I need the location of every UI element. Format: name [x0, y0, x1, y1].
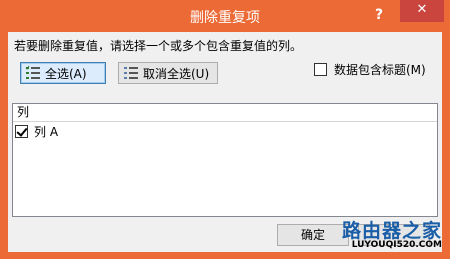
my-data-has-headers-option[interactable]: 数据包含标题(M) [314, 61, 426, 78]
instruction-text: 若要删除重复值，请选择一个或多个包含重复值的列。 [14, 39, 303, 53]
select-all-icon [25, 65, 40, 79]
columns-list-header: 列 [13, 104, 437, 122]
select-all-label: 全选(A) [45, 66, 87, 81]
remove-duplicates-dialog: 删除重复项 ? ✕ 若要删除重复值，请选择一个或多个包含重复值的列。 全选(A) [0, 0, 450, 259]
list-item[interactable]: 列 A [13, 122, 437, 140]
unselect-all-icon [124, 67, 138, 79]
column-a-checkbox[interactable] [15, 124, 28, 138]
close-button[interactable]: ✕ [400, 0, 444, 22]
watermark-brand: 路由器之家 [341, 220, 442, 242]
watermark-logo: 路由器之家 LUYOUQI520.COM [320, 214, 448, 256]
help-button[interactable]: ? [368, 4, 390, 26]
column-a-label: 列 A [34, 124, 59, 139]
unselect-all-button[interactable]: 取消全选(U) [118, 62, 218, 84]
watermark-url: LUYOUQI520.COM [351, 240, 442, 250]
my-data-has-headers-label: 数据包含标题(M) [334, 63, 426, 77]
columns-listbox[interactable]: 列 列 A [12, 103, 438, 217]
select-all-button[interactable]: 全选(A) [20, 62, 106, 84]
title-bar[interactable]: 删除重复项 ? ✕ [0, 0, 450, 32]
my-data-has-headers-checkbox[interactable] [314, 63, 327, 76]
unselect-all-label: 取消全选(U) [143, 66, 210, 81]
